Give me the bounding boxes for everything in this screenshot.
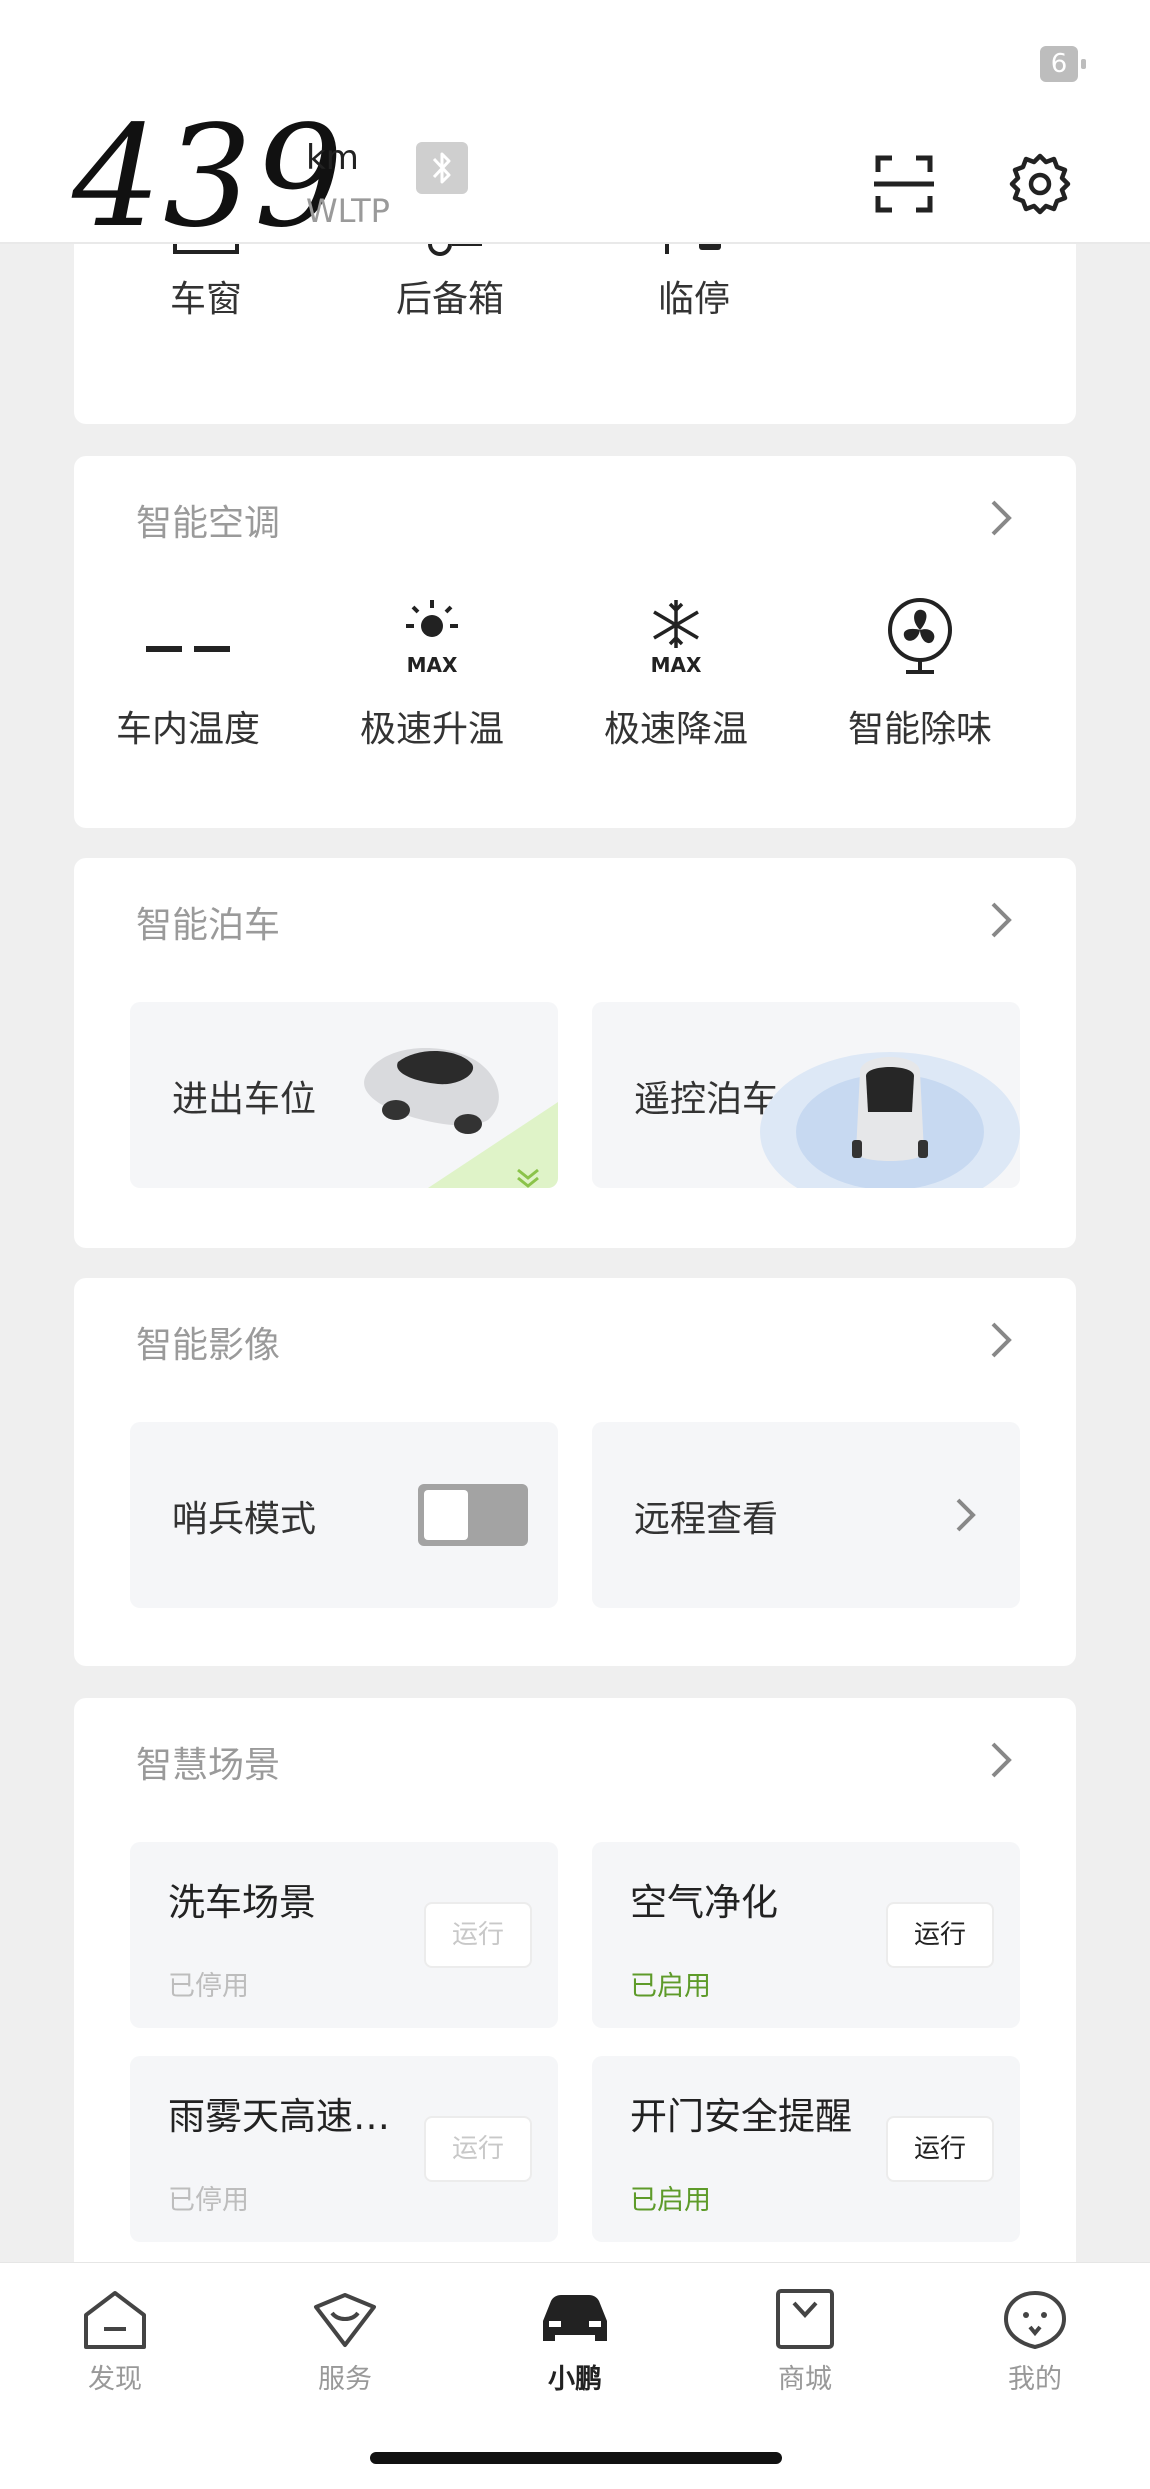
scene-card: 开门安全提醒 已启用 运行	[592, 2056, 1020, 2242]
driving-range-unit: km	[306, 138, 359, 178]
smart-parking-card: 智能泊车 进出车位 遥控泊车	[74, 858, 1076, 1248]
car-icon	[543, 2295, 607, 2341]
driving-range-standard: WLTP	[306, 192, 390, 230]
run-scene-button[interactable]: 运行	[424, 2116, 532, 2182]
scene-name: 洗车场景	[168, 1881, 316, 1924]
temporary-parking-label: 临停	[657, 279, 730, 320]
chevron-right-icon[interactable]	[988, 900, 1014, 940]
smart-scenes-card: 智慧场景 洗车场景 已停用 运行 空气净化 已启用 运行 雨雾天高速… 已停用 …	[74, 1698, 1076, 2298]
cabin-temperature-label: 车内温度	[115, 709, 260, 750]
scene-status: 已停用	[168, 2185, 249, 2216]
profile-icon	[1003, 2290, 1067, 2350]
temperature-value-placeholder	[98, 626, 278, 676]
snowflake-max-icon: MAX	[651, 600, 702, 676]
card-title: 智能空调	[136, 503, 281, 544]
card-title: 智慧场景	[136, 1745, 281, 1786]
sentry-mode-toggle[interactable]	[418, 1484, 528, 1546]
tab-mall[interactable]: 商城	[740, 2287, 870, 2396]
car-parking-image	[364, 1048, 558, 1188]
remote-parking-label: 遥控泊车	[634, 1079, 779, 1120]
sentry-mode-label: 哨兵模式	[172, 1499, 317, 1540]
service-icon	[314, 2293, 376, 2347]
scene-name: 雨雾天高速…	[168, 2095, 390, 2138]
tab-mine[interactable]: 我的	[970, 2287, 1100, 2396]
remote-view-tile[interactable]: 远程查看	[592, 1422, 1020, 1608]
bluetooth-icon[interactable]	[416, 142, 468, 194]
scene-status: 已启用	[630, 2185, 711, 2216]
rapid-cooling-button[interactable]: MAX 极速降温	[586, 600, 766, 752]
chevron-right-icon[interactable]	[988, 498, 1014, 538]
svg-text:MAX: MAX	[407, 653, 458, 676]
card-title: 智能影像	[136, 1325, 281, 1366]
smart-climate-card: 智能空调 车内温度 MAX 极速升温 MAX 极速降温 智能除味	[74, 456, 1076, 828]
smart-deodorize-button[interactable]: 智能除味	[830, 598, 1010, 752]
remote-view-label: 远程查看	[634, 1499, 779, 1540]
chevron-right-icon	[956, 1498, 976, 1532]
scene-name: 空气净化	[630, 1881, 778, 1924]
remote-parking-tile[interactable]: 遥控泊车	[592, 1002, 1020, 1188]
chevron-right-icon[interactable]	[988, 1740, 1014, 1780]
fan-icon	[888, 598, 952, 674]
top-header: 6 439 km WLTP	[0, 0, 1150, 248]
park-in-out-tile[interactable]: 进出车位	[130, 1002, 558, 1188]
rapid-cooling-label: 极速降温	[603, 709, 748, 750]
tab-discover[interactable]: 发现	[50, 2287, 180, 2396]
home-indicator	[370, 2452, 782, 2464]
run-scene-button[interactable]: 运行	[886, 1902, 994, 1968]
tab-xpeng[interactable]: 小鹏	[510, 2287, 640, 2396]
toggle-knob	[424, 1490, 468, 1540]
tab-label: 发现	[88, 2364, 142, 2395]
battery-indicator: 6	[1040, 46, 1086, 82]
run-scene-button[interactable]: 运行	[886, 2116, 994, 2182]
rapid-heating-button[interactable]: MAX 极速升温	[342, 600, 522, 752]
scan-icon[interactable]	[872, 152, 936, 216]
sun-max-icon: MAX	[406, 600, 458, 676]
car-window-label: 车窗	[169, 279, 242, 320]
card-title: 智能泊车	[136, 905, 281, 946]
scene-name: 开门安全提醒	[630, 2095, 852, 2138]
scene-status: 已停用	[168, 1971, 249, 2002]
tab-label: 商城	[778, 2364, 832, 2395]
home-icon	[84, 2291, 146, 2349]
tab-label: 小鹏	[548, 2364, 602, 2395]
gear-icon[interactable]	[1006, 150, 1074, 218]
scene-card: 空气净化 已启用 运行	[592, 1842, 1020, 2028]
tab-label: 我的	[1008, 2364, 1062, 2395]
scene-card: 雨雾天高速… 已停用 运行	[130, 2056, 558, 2242]
chevron-right-icon[interactable]	[988, 1320, 1014, 1360]
cabin-temperature-button[interactable]: 车内温度	[98, 626, 278, 752]
scene-card: 洗车场景 已停用 运行	[130, 1842, 558, 2028]
rapid-heating-label: 极速升温	[359, 709, 504, 750]
trunk-label: 后备箱	[395, 279, 504, 320]
scene-status: 已启用	[630, 1971, 711, 2002]
smart-camera-card: 智能影像 哨兵模式 远程查看	[74, 1278, 1076, 1666]
svg-text:MAX: MAX	[651, 653, 702, 676]
temporary-parking-button[interactable]: 临停	[604, 196, 784, 322]
park-in-out-label: 进出车位	[172, 1079, 317, 1120]
run-scene-button[interactable]: 运行	[424, 1902, 532, 1968]
tab-label: 服务	[318, 2364, 372, 2395]
sentry-mode-tile: 哨兵模式	[130, 1422, 558, 1608]
driving-range-value: 439	[72, 96, 346, 259]
battery-level: 6	[1050, 49, 1068, 79]
remote-parking-car-image	[760, 1052, 1020, 1188]
tab-service[interactable]: 服务	[280, 2287, 410, 2396]
shopping-bag-icon	[776, 2289, 834, 2349]
smart-deodorize-label: 智能除味	[847, 709, 992, 750]
trunk-button[interactable]: 后备箱	[360, 208, 540, 322]
